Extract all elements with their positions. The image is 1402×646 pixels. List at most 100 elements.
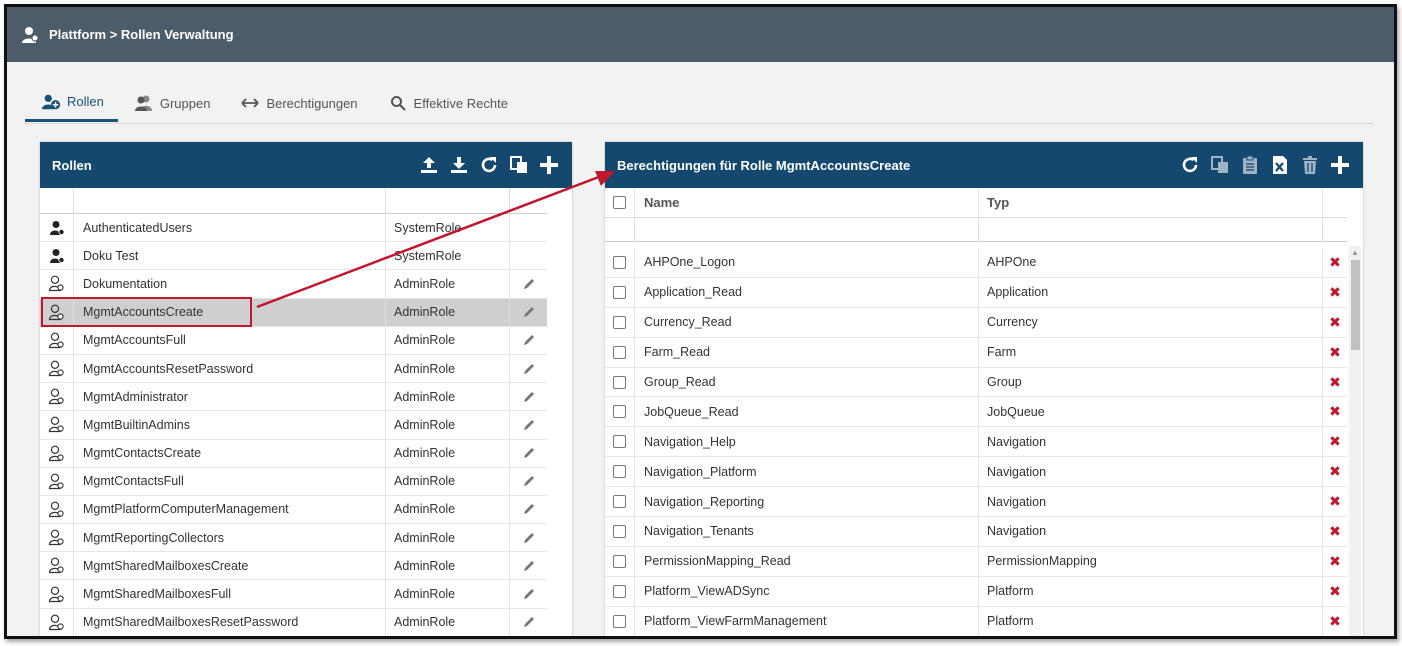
table-row[interactable]: Navigation_Reporting Navigation ✖ xyxy=(605,487,1347,518)
row-checkbox[interactable] xyxy=(613,614,626,628)
edit-icon[interactable] xyxy=(510,496,547,523)
row-checkbox[interactable] xyxy=(613,465,626,479)
refresh-icon[interactable] xyxy=(478,154,500,176)
edit-icon[interactable] xyxy=(510,411,547,438)
column-header-type[interactable]: Typ xyxy=(979,188,1323,217)
delete-icon[interactable]: ✖ xyxy=(1323,368,1347,397)
roles-filter-row xyxy=(40,188,547,214)
table-row[interactable]: Navigation_Platform Navigation ✖ xyxy=(605,457,1347,488)
table-row[interactable]: MgmtAccountsFull AdminRole xyxy=(40,326,547,355)
edit-icon[interactable] xyxy=(510,383,547,410)
edit-icon[interactable] xyxy=(510,580,547,607)
delete-icon[interactable]: ✖ xyxy=(1323,487,1347,516)
upload-icon[interactable] xyxy=(418,154,440,176)
row-checkbox[interactable] xyxy=(613,554,626,568)
table-row[interactable]: MgmtSharedMailboxesFull AdminRole xyxy=(40,580,547,609)
scroll-up-arrow[interactable]: ▲ xyxy=(1349,246,1361,258)
table-row[interactable]: JobQueue_Read JobQueue ✖ xyxy=(605,397,1347,428)
table-row[interactable]: Farm_Read Farm ✖ xyxy=(605,337,1347,368)
name-filter[interactable] xyxy=(74,188,386,214)
excel-icon[interactable] xyxy=(1269,154,1291,176)
search-icon xyxy=(388,94,408,112)
tab-berechtigungen[interactable]: Berechtigungen xyxy=(224,84,371,122)
edit-icon[interactable] xyxy=(510,609,547,636)
table-row[interactable]: Platform_ViewFarmManagement Platform ✖ xyxy=(605,606,1347,636)
copy-icon[interactable] xyxy=(1209,154,1231,176)
delete-icon[interactable]: ✖ xyxy=(1323,248,1347,277)
type-filter[interactable] xyxy=(386,188,510,214)
delete-icon[interactable]: ✖ xyxy=(1323,577,1347,606)
edit-icon[interactable] xyxy=(510,327,547,354)
delete-icon[interactable]: ✖ xyxy=(1323,278,1347,307)
row-checkbox[interactable] xyxy=(613,255,626,269)
row-checkbox[interactable] xyxy=(613,285,626,299)
row-checkbox[interactable] xyxy=(613,435,626,449)
table-row[interactable]: Application_Read Application ✖ xyxy=(605,277,1347,308)
download-icon[interactable] xyxy=(448,154,470,176)
table-row[interactable]: AuthenticatedUsers SystemRole xyxy=(40,214,547,243)
table-row[interactable]: MgmtContactsFull AdminRole xyxy=(40,467,547,496)
type-filter[interactable] xyxy=(979,218,1323,242)
table-row[interactable]: MgmtBuiltinAdmins AdminRole xyxy=(40,411,547,440)
permission-type: Navigation xyxy=(979,517,1323,546)
table-row[interactable]: MgmtSharedMailboxesCreate AdminRole xyxy=(40,552,547,581)
table-row[interactable]: MgmtReportingCollectors AdminRole xyxy=(40,524,547,553)
table-row[interactable]: Navigation_Help Navigation ✖ xyxy=(605,427,1347,458)
delete-icon[interactable]: ✖ xyxy=(1323,308,1347,337)
edit-icon[interactable] xyxy=(510,468,547,495)
table-row[interactable]: Dokumentation AdminRole xyxy=(40,270,547,299)
row-checkbox-cell xyxy=(605,367,635,397)
scroll-thumb[interactable] xyxy=(1351,260,1360,350)
table-row[interactable]: Currency_Read Currency ✖ xyxy=(605,307,1347,338)
edit-icon[interactable] xyxy=(510,524,547,551)
role-type: AdminRole xyxy=(386,608,510,636)
row-checkbox[interactable] xyxy=(613,405,626,419)
row-checkbox[interactable] xyxy=(613,375,626,389)
table-row[interactable]: Doku Test SystemRole xyxy=(40,242,547,271)
table-row[interactable]: PermissionMapping_Read PermissionMapping ✖ xyxy=(605,546,1347,577)
row-checkbox[interactable] xyxy=(613,524,626,538)
plus-icon[interactable] xyxy=(538,154,560,176)
table-row[interactable]: AHPOne_Logon AHPOne ✖ xyxy=(605,248,1347,278)
table-row[interactable]: MgmtAccountsCreate AdminRole xyxy=(40,298,547,327)
table-row[interactable]: MgmtAdministrator AdminRole xyxy=(40,383,547,412)
edit-icon[interactable] xyxy=(510,355,547,382)
tab-rollen[interactable]: Rollen xyxy=(25,84,118,122)
delete-icon[interactable]: ✖ xyxy=(1323,547,1347,576)
table-row[interactable]: Group_Read Group ✖ xyxy=(605,367,1347,398)
tab-effektive-rechte[interactable]: Effektive Rechte xyxy=(372,84,522,122)
table-row[interactable]: MgmtPlatformComputerManagement AdminRole xyxy=(40,495,547,525)
name-filter[interactable] xyxy=(635,218,979,242)
trash-icon[interactable] xyxy=(1299,154,1321,176)
arrows-horizontal-icon xyxy=(240,94,260,112)
empty-cell xyxy=(510,214,547,241)
tab-gruppen[interactable]: Gruppen xyxy=(118,84,225,122)
clipboard-icon[interactable] xyxy=(1239,154,1261,176)
edit-icon[interactable] xyxy=(510,440,547,467)
permissions-scrollbar[interactable]: ▲ xyxy=(1349,246,1361,636)
delete-icon[interactable]: ✖ xyxy=(1323,517,1347,546)
row-checkbox[interactable] xyxy=(613,584,626,598)
delete-icon[interactable]: ✖ xyxy=(1323,338,1347,367)
column-header-name[interactable]: Name xyxy=(635,188,979,217)
table-row[interactable]: MgmtAccountsResetPassword AdminRole xyxy=(40,354,547,384)
select-all-checkbox[interactable] xyxy=(613,196,626,209)
refresh-icon[interactable] xyxy=(1179,154,1201,176)
table-row[interactable]: MgmtContactsCreate AdminRole xyxy=(40,439,547,468)
row-checkbox[interactable] xyxy=(613,345,626,359)
delete-icon[interactable]: ✖ xyxy=(1323,397,1347,426)
row-checkbox[interactable] xyxy=(613,315,626,329)
table-row[interactable]: Platform_ViewADSync Platform ✖ xyxy=(605,576,1347,607)
table-row[interactable]: Navigation_Tenants Navigation ✖ xyxy=(605,517,1347,547)
delete-icon[interactable]: ✖ xyxy=(1323,607,1347,636)
edit-icon[interactable] xyxy=(510,299,547,326)
copy-icon[interactable] xyxy=(508,154,530,176)
row-checkbox[interactable] xyxy=(613,495,626,509)
edit-icon[interactable] xyxy=(510,552,547,579)
plus-icon[interactable] xyxy=(1329,154,1351,176)
permission-type: Group xyxy=(979,367,1323,397)
delete-icon[interactable]: ✖ xyxy=(1323,457,1347,486)
delete-icon[interactable]: ✖ xyxy=(1323,427,1347,456)
table-row[interactable]: MgmtSharedMailboxesResetPassword AdminRol… xyxy=(40,608,547,636)
edit-icon[interactable] xyxy=(510,270,547,297)
